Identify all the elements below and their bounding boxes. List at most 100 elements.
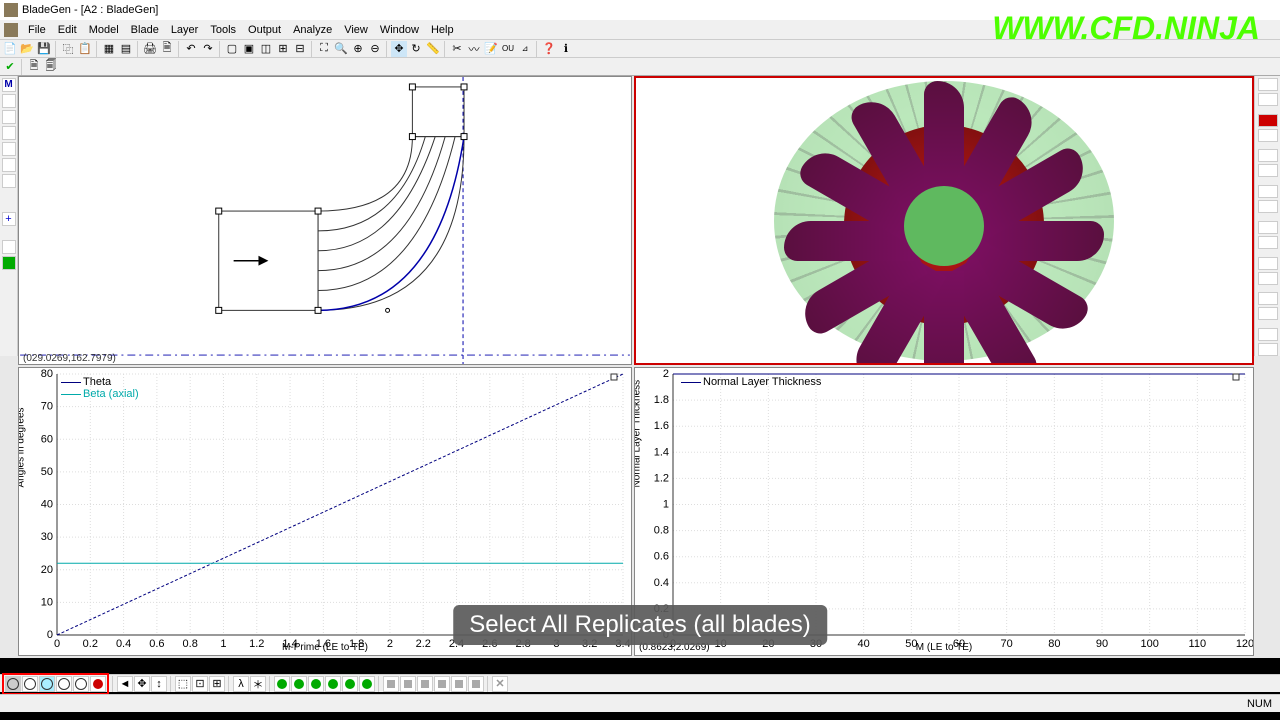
bottom-tool-a3[interactable]: ↕	[151, 676, 167, 692]
bottom-green-4[interactable]	[325, 676, 341, 692]
cut-button[interactable]: ✂	[449, 41, 465, 57]
pan-button[interactable]: ✥	[391, 41, 407, 57]
menu-analyze[interactable]: Analyze	[287, 22, 338, 38]
fit-button[interactable]: ⛶	[316, 41, 332, 57]
right-tool-11[interactable]	[1258, 257, 1278, 270]
bottom-green-3[interactable]	[308, 676, 324, 692]
bottom-close-button[interactable]: ✕	[492, 676, 508, 692]
bottom-tool-b2[interactable]: ⊡	[192, 676, 208, 692]
right-tool-9[interactable]	[1258, 221, 1278, 234]
replicate-btn-2[interactable]	[22, 676, 38, 692]
right-tool-12[interactable]	[1258, 272, 1278, 285]
text-button[interactable]: 📝	[483, 41, 499, 57]
menu-window[interactable]: Window	[374, 22, 425, 38]
doc1-button[interactable]: 🗎	[26, 59, 42, 75]
ovr-button[interactable]: ⊿	[517, 41, 533, 57]
right-tool-10[interactable]	[1258, 236, 1278, 249]
left-tool-3[interactable]	[2, 126, 16, 140]
right-tool-1[interactable]	[1258, 78, 1278, 91]
redo-button[interactable]: ↷	[200, 41, 216, 57]
bottom-tool-a2[interactable]: ✥	[134, 676, 150, 692]
check-button[interactable]: ✔	[2, 59, 18, 75]
layout3-button[interactable]: ◫	[258, 41, 274, 57]
zoom-in-button[interactable]: ⊕	[350, 41, 366, 57]
open-button[interactable]: 📂	[19, 41, 35, 57]
curve-button[interactable]: 〰	[466, 41, 482, 57]
left-tool-6[interactable]	[2, 174, 16, 188]
bottom-grey-6[interactable]	[468, 676, 484, 692]
m-mode-button[interactable]: M	[2, 78, 16, 92]
preview-button[interactable]: 🗎	[159, 41, 175, 57]
layout5-button[interactable]: ⊟	[292, 41, 308, 57]
bottom-grey-3[interactable]	[417, 676, 433, 692]
right-tool-15[interactable]	[1258, 328, 1278, 341]
replicate-all-button[interactable]	[90, 676, 106, 692]
rotate-button[interactable]: ↻	[408, 41, 424, 57]
menu-edit[interactable]: Edit	[52, 22, 83, 38]
bottom-grey-2[interactable]	[400, 676, 416, 692]
bottom-tool-b3[interactable]: ⊞	[209, 676, 225, 692]
save-button[interactable]: 💾	[36, 41, 52, 57]
right-tool-4[interactable]	[1258, 129, 1278, 142]
help-button[interactable]: ❓	[541, 41, 557, 57]
undo-button[interactable]: ↶	[183, 41, 199, 57]
bottom-tool-c2[interactable]: ＊	[250, 676, 266, 692]
right-tool-5[interactable]	[1258, 149, 1278, 162]
left-tool-8[interactable]	[2, 256, 16, 270]
bottom-green-2[interactable]	[291, 676, 307, 692]
zoom-window-button[interactable]: 🔍	[333, 41, 349, 57]
replicate-btn-4[interactable]	[56, 676, 72, 692]
3d-view[interactable]	[634, 76, 1254, 365]
menu-output[interactable]: Output	[242, 22, 287, 38]
bottom-tool-b1[interactable]: ⬚	[175, 676, 191, 692]
menu-layer[interactable]: Layer	[165, 22, 205, 38]
left-tool-1[interactable]	[2, 94, 16, 108]
menu-file[interactable]: File	[22, 22, 52, 38]
layout4-button[interactable]: ⊞	[275, 41, 291, 57]
bottom-grey-1[interactable]	[383, 676, 399, 692]
new-button[interactable]: 📄	[2, 41, 18, 57]
left-add-button[interactable]: +	[2, 212, 16, 226]
right-tool-8[interactable]	[1258, 200, 1278, 213]
right-tool-3[interactable]	[1258, 114, 1278, 127]
copy-button[interactable]: ⿻	[60, 41, 76, 57]
table-button[interactable]: ▤	[118, 41, 134, 57]
replicate-btn-3[interactable]	[39, 676, 55, 692]
left-tool-2[interactable]	[2, 110, 16, 124]
layout2-button[interactable]: ▣	[241, 41, 257, 57]
right-tool-16[interactable]	[1258, 343, 1278, 356]
bottom-grey-5[interactable]	[451, 676, 467, 692]
right-tool-6[interactable]	[1258, 164, 1278, 177]
print-button[interactable]: 🖨	[142, 41, 158, 57]
bottom-green-1[interactable]	[274, 676, 290, 692]
measure-button[interactable]: 📏	[425, 41, 441, 57]
replicate-btn-1[interactable]	[5, 676, 21, 692]
bottom-tool-a1[interactable]: ◄	[117, 676, 133, 692]
right-tool-2[interactable]	[1258, 93, 1278, 106]
zoom-out-button[interactable]: ⊖	[367, 41, 383, 57]
bottom-green-5[interactable]	[342, 676, 358, 692]
bottom-grey-4[interactable]	[434, 676, 450, 692]
bottom-tool-c1[interactable]: λ	[233, 676, 249, 692]
right-tool-14[interactable]	[1258, 307, 1278, 320]
paste-button[interactable]: 📋	[77, 41, 93, 57]
right-tool-7[interactable]	[1258, 185, 1278, 198]
menu-blade[interactable]: Blade	[125, 22, 165, 38]
menu-help[interactable]: Help	[425, 22, 460, 38]
replicate-btn-5[interactable]	[73, 676, 89, 692]
layout1-button[interactable]: ▢	[224, 41, 240, 57]
left-tool-4[interactable]	[2, 142, 16, 156]
menu-view[interactable]: View	[338, 22, 374, 38]
doc2-button[interactable]: 🗐	[43, 59, 59, 75]
ou-button[interactable]: OU	[500, 41, 516, 57]
left-tool-7[interactable]	[2, 240, 16, 254]
menu-model[interactable]: Model	[83, 22, 125, 38]
info-button[interactable]: ℹ	[558, 41, 574, 57]
svg-text:30: 30	[41, 531, 53, 543]
meridional-view[interactable]: (029.0269,162.7979)	[18, 76, 632, 365]
menu-tools[interactable]: Tools	[204, 22, 242, 38]
grid-button[interactable]: ▦	[101, 41, 117, 57]
left-tool-5[interactable]	[2, 158, 16, 172]
right-tool-13[interactable]	[1258, 292, 1278, 305]
bottom-green-6[interactable]	[359, 676, 375, 692]
